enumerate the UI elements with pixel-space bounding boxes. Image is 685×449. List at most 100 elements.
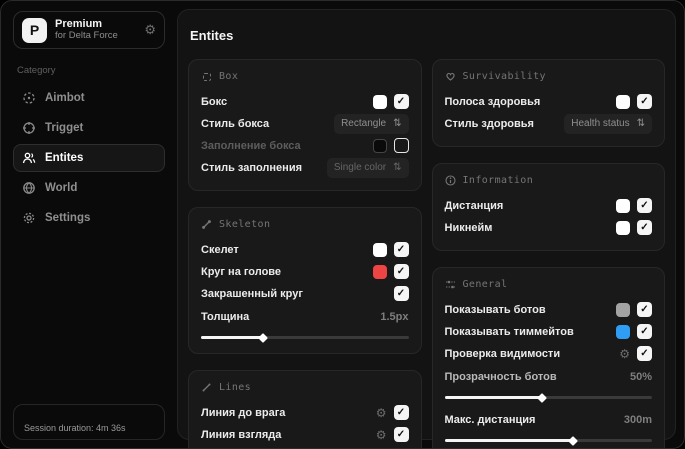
chevrons-updown-icon: ⇅ [393, 162, 402, 173]
slider-thumb[interactable] [568, 435, 579, 446]
gear-icon [23, 212, 35, 224]
checkbox[interactable] [637, 302, 652, 317]
slider-value: 300m [623, 413, 652, 426]
setting-label: Круг на голове [201, 265, 282, 278]
setting-label: Показывать тиммейтов [444, 325, 574, 338]
max-distance-slider[interactable] [444, 435, 652, 446]
slider-thumb[interactable] [258, 332, 269, 343]
gear-icon[interactable]: ⚙ [376, 407, 387, 419]
color-swatch[interactable] [372, 94, 387, 109]
sidebar-item-aimbot[interactable]: Aimbot [13, 84, 165, 112]
checkbox[interactable] [637, 94, 652, 109]
fill-style-select[interactable]: Single color ⇅ [326, 157, 409, 178]
setting-row-fill: Заполнение бокса [201, 135, 409, 156]
card-box-header: Box [201, 71, 409, 82]
card-title: Survivability [462, 71, 546, 82]
line-icon [201, 382, 212, 393]
setting-label: Заполнение бокса [201, 139, 301, 152]
gear-icon[interactable]: ⚙ [144, 22, 156, 38]
setting-row-show-teammates: Показывать тиммейтов [444, 321, 652, 342]
box-style-select[interactable]: Rectangle ⇅ [334, 113, 409, 134]
sidebar-item-settings[interactable]: Settings [13, 204, 165, 232]
setting-row-thickness: Толщина 1.5px [201, 306, 409, 343]
card-general: General Показывать ботов Показывать тимм… [431, 267, 665, 448]
card-box: Box Бокс Стиль бокса Rectangle ⇅ [188, 59, 422, 191]
card-information-header: Information [444, 175, 653, 186]
sidebar-item-trigget[interactable]: Trigget [13, 114, 165, 142]
color-swatch[interactable] [616, 302, 630, 317]
checkbox[interactable] [393, 264, 409, 279]
setting-row-skeleton: Скелет [201, 239, 409, 260]
sidebar-item-entites[interactable]: Entites [13, 144, 165, 172]
setting-label: Стиль заполнения [201, 161, 303, 174]
setting-row-fill-style: Стиль заполнения Single color ⇅ [201, 157, 409, 178]
setting-row-enemy-line: Линия до врага ⚙ [201, 402, 409, 423]
card-title: Box [219, 71, 239, 82]
select-value: Single color [333, 162, 387, 173]
brand-card: P Premium for Delta Force ⚙ [13, 11, 165, 49]
checkbox[interactable] [393, 242, 409, 257]
checkbox[interactable] [393, 286, 409, 301]
sidebar-item-label: World [45, 182, 78, 194]
globe-icon [23, 182, 35, 194]
slider-value: 50% [629, 370, 652, 383]
setting-label: Дистанция [444, 199, 504, 212]
gear-icon[interactable]: ⚙ [619, 348, 630, 360]
sidebar-item-label: Entites [45, 152, 84, 164]
info-icon [444, 175, 456, 186]
card-general-header: General [445, 279, 653, 290]
app-window: P Premium for Delta Force ⚙ Category Aim… [0, 0, 685, 449]
checkbox[interactable] [393, 94, 409, 109]
setting-label: Полоса здоровья [444, 95, 541, 108]
card-skeleton: Skeleton Скелет Круг на голове [188, 207, 422, 354]
setting-row-view-line: Линия взгляда ⚙ [201, 424, 409, 445]
session-duration-box: Session duration: 4m 36s [13, 404, 165, 440]
setting-label: Проверка видимости [444, 347, 561, 360]
setting-label: Линия до врага [201, 406, 286, 419]
color-swatch[interactable] [372, 264, 387, 279]
setting-label: Бокс [201, 95, 228, 108]
bot-opacity-slider[interactable] [444, 392, 652, 403]
color-swatch[interactable] [616, 220, 630, 235]
health-style-select[interactable]: Health status ⇅ [564, 113, 652, 134]
crosshair-dashed-icon [23, 92, 35, 104]
brand-title: Premium [55, 18, 103, 31]
slider-thumb[interactable] [537, 392, 547, 403]
sidebar-item-label: Settings [45, 212, 91, 224]
setting-row-max-distance: Макс. дистанция 300m [444, 409, 652, 446]
select-value: Health status [571, 118, 630, 129]
thickness-slider[interactable] [201, 332, 409, 343]
sidebar-item-world[interactable]: World [13, 174, 165, 202]
main-panel: Entites Box Бокс ✓ Стиль бокса Rectangle… [177, 9, 676, 448]
checkbox[interactable] [637, 324, 652, 339]
card-title: General [462, 279, 508, 290]
chevrons-updown-icon: ⇅ [636, 118, 645, 129]
color-swatch[interactable] [616, 324, 630, 339]
checkbox[interactable] [637, 346, 652, 361]
bone-icon [201, 219, 212, 230]
setting-row-filled-circle: Закрашенный круг [201, 283, 409, 304]
color-swatch[interactable] [616, 94, 630, 109]
brand-text: Premium for Delta Force [55, 18, 136, 42]
setting-row-show-bots: Показывать ботов [445, 299, 652, 320]
checkbox[interactable] [393, 138, 409, 153]
card-lines: Lines Линия до врага ⚙ Линия взгляда ⚙ [188, 370, 422, 448]
checkbox[interactable] [637, 198, 652, 213]
checkbox[interactable] [637, 220, 652, 235]
setting-label: Скелет [201, 243, 239, 256]
color-swatch[interactable] [372, 242, 387, 257]
gear-icon[interactable]: ⚙ [376, 429, 387, 441]
select-value: Rectangle [341, 118, 387, 129]
color-swatch[interactable] [372, 138, 387, 153]
setting-row-bot-opacity: Прозрачность ботов 50% [444, 366, 652, 403]
heart-icon [445, 71, 456, 82]
setting-row-head-circle: Круг на голове [201, 261, 409, 282]
color-swatch[interactable] [616, 198, 630, 213]
sidebar: P Premium for Delta Force ⚙ Category Aim… [1, 1, 177, 448]
checkbox[interactable] [393, 427, 409, 442]
session-duration-text: Session duration: 4m 36s [24, 423, 126, 433]
setting-label: Толщина [201, 310, 250, 323]
checkbox[interactable] [393, 405, 409, 420]
box-icon [201, 71, 212, 82]
category-label: Category [17, 65, 56, 76]
